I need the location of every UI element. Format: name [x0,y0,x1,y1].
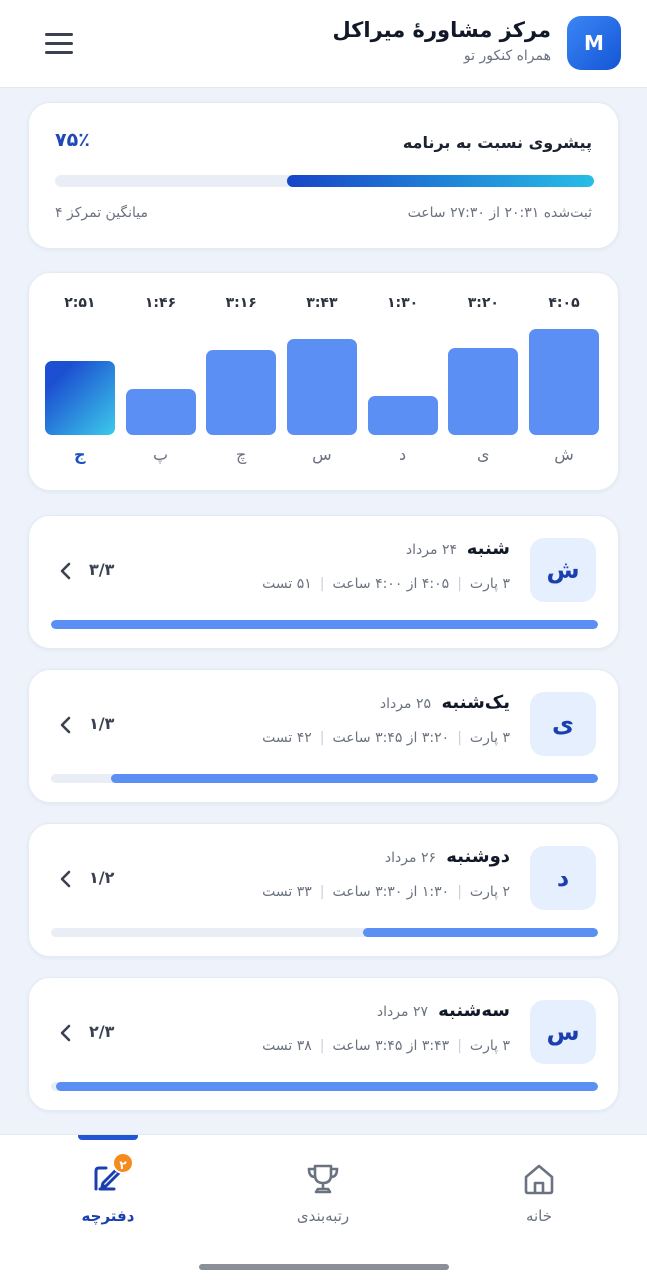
day-badge: س [530,1000,596,1064]
day-badge: ش [530,538,596,602]
day-progress-fill [51,620,598,629]
chart-day-label: پ [152,445,169,464]
chevron-left-icon[interactable] [55,712,77,738]
app-title: مرکز مشاورهٔ میراکل [332,18,551,42]
focus-average: میانگین تمرکز ۴ [55,205,149,221]
day-progress-bar [51,1082,598,1091]
day-progress-bar [51,928,598,937]
day-tests: ۴۲ تست [262,730,312,746]
day-progress-bar [51,620,598,629]
day-tests: ۳۸ تست [262,1038,312,1054]
hamburger-menu-icon [45,33,73,55]
day-parts: ۳ پارت [469,576,510,592]
day-tests: ۳۳ تست [262,884,312,900]
day-name: شنبه [466,538,510,559]
progress-title: پیشروی نسبت به برنامه [402,133,592,152]
day-progress-fill [111,774,598,783]
chart-bar[interactable] [448,348,519,435]
day-name: یک‌شنبه [441,692,510,713]
menu-button[interactable] [36,24,82,64]
chart-time-label: ۳:۱۶ [225,295,257,311]
chart-bar[interactable] [367,396,438,435]
day-completed-count: ۱/۲ [89,868,115,887]
trophy-icon [307,1164,339,1194]
app-header: M مرکز مشاورهٔ میراکل همراه کنکور تو [0,0,647,88]
nav-tab-home[interactable]: خانه [464,1135,614,1245]
nav-tab-notebook[interactable]: ۲ دفترچه [33,1135,183,1245]
chart-bar[interactable] [125,389,196,435]
nav-label-home: خانه [525,1207,553,1225]
chart-time-label: ۱:۴۶ [144,295,177,311]
chart-bar[interactable] [529,329,599,435]
chevron-left-icon[interactable] [55,866,77,892]
chart-day-label: ج [74,445,86,464]
day-name: سه‌شنبه [438,1000,510,1021]
nav-tab-ranking[interactable]: رتبه‌بندی [248,1135,398,1245]
day-name: دوشنبه [446,846,510,867]
day-parts: ۳ پارت [469,1038,510,1054]
day-hours: ۳:۲۰ از ۳:۴۵ ساعت [332,730,450,746]
day-progress-fill [56,1082,598,1091]
day-badge: د [530,846,596,910]
weekly-chart-card: ۴:۰۵ ش ۳:۲۰ ی ۱:۳۰ د ۳:۴۳ س ۳:۱۶ چ ۱:۴۶ پ ۲:۵۱ ج [28,272,619,491]
chart-bar[interactable] [286,339,357,435]
chart-time-label: ۱:۳۰ [386,295,419,311]
day-stats: ۳ پارت|۳:۴۳ از ۳:۴۵ ساعت|۳۸ تست [262,1038,510,1054]
chart-day-label: ش [554,445,574,464]
progress-bar-fill [287,175,594,187]
home-indicator [199,1264,449,1270]
day-stats: ۳ پارت|۳:۲۰ از ۳:۴۵ ساعت|۴۲ تست [262,730,510,746]
day-parts: ۲ پارت [469,884,510,900]
chart-time-label: ۳:۴۳ [306,295,338,311]
progress-bar [55,175,594,187]
nav-label-notebook: دفترچه [81,1207,135,1225]
bottom-nav: ۲ دفترچه رتبه‌بندی خانه [0,1134,647,1280]
day-date: ۲۴ مرداد [405,542,457,558]
day-date: ۲۶ مرداد [384,850,436,866]
day-progress-bar [51,774,598,783]
day-date: ۲۷ مرداد [376,1004,428,1020]
chart-day-label: ی [477,445,490,464]
day-parts: ۳ پارت [469,730,510,746]
day-card[interactable]: د دوشنبه ۲ پارت|۱:۳۰ از ۳:۳۰ ساعت|۳۳ تست ۱/… [28,823,619,957]
chart-time-label: ۴:۰۵ [548,295,580,311]
chevron-left-icon[interactable] [55,558,77,584]
chart-time-label: ۳:۲۰ [467,295,499,311]
app-logo: M [567,16,621,70]
day-hours: ۴:۰۵ از ۴:۰۰ ساعت [332,576,450,592]
day-hours: ۳:۴۳ از ۳:۴۵ ساعت [332,1038,450,1054]
chart-bar[interactable] [44,361,115,435]
chart-time-label: ۲:۵۱ [64,295,96,311]
day-completed-count: ۳/۳ [89,560,115,579]
chart-day-label: د [399,445,407,464]
day-completed-count: ۱/۳ [89,714,115,733]
day-completed-count: ۲/۳ [89,1022,115,1041]
day-hours: ۱:۳۰ از ۳:۳۰ ساعت [332,884,450,900]
chevron-left-icon[interactable] [55,1020,77,1046]
chart-day-label: چ [236,445,247,464]
day-progress-fill [362,928,598,937]
app-subtitle: همراه کنکور تو [463,48,551,64]
home-icon [524,1164,554,1195]
recorded-hours: ثبت‌شده ۲۰:۳۱ از ۲۷:۳۰ ساعت [407,205,592,221]
chart-day-label: س [312,445,332,464]
day-card[interactable]: ش شنبه ۳ پارت|۴:۰۵ از ۴:۰۰ ساعت|۵۱ تست ۳/۳ ۲… [28,515,619,649]
day-stats: ۲ پارت|۱:۳۰ از ۳:۳۰ ساعت|۳۳ تست [262,884,510,900]
day-card[interactable]: ی یک‌شنبه ۳ پارت|۳:۲۰ از ۳:۴۵ ساعت|۴۲ تست ۱… [28,669,619,803]
nav-label-ranking: رتبه‌بندی [296,1207,350,1225]
progress-percent: ۷۵٪ [55,129,90,151]
progress-card: پیشروی نسبت به برنامه ۷۵٪ ثبت‌شده ۲۰:۳۱ … [28,102,619,249]
day-tests: ۵۱ تست [262,576,312,592]
day-card[interactable]: س سه‌شنبه ۳ پارت|۳:۴۳ از ۳:۴۵ ساعت|۳۸ تست ۲… [28,977,619,1111]
day-badge: ی [530,692,596,756]
day-date: ۲۵ مرداد [379,696,431,712]
chart-bar[interactable] [206,350,277,435]
notebook-badge: ۲ [112,1152,134,1174]
day-stats: ۳ پارت|۴:۰۵ از ۴:۰۰ ساعت|۵۱ تست [262,576,510,592]
